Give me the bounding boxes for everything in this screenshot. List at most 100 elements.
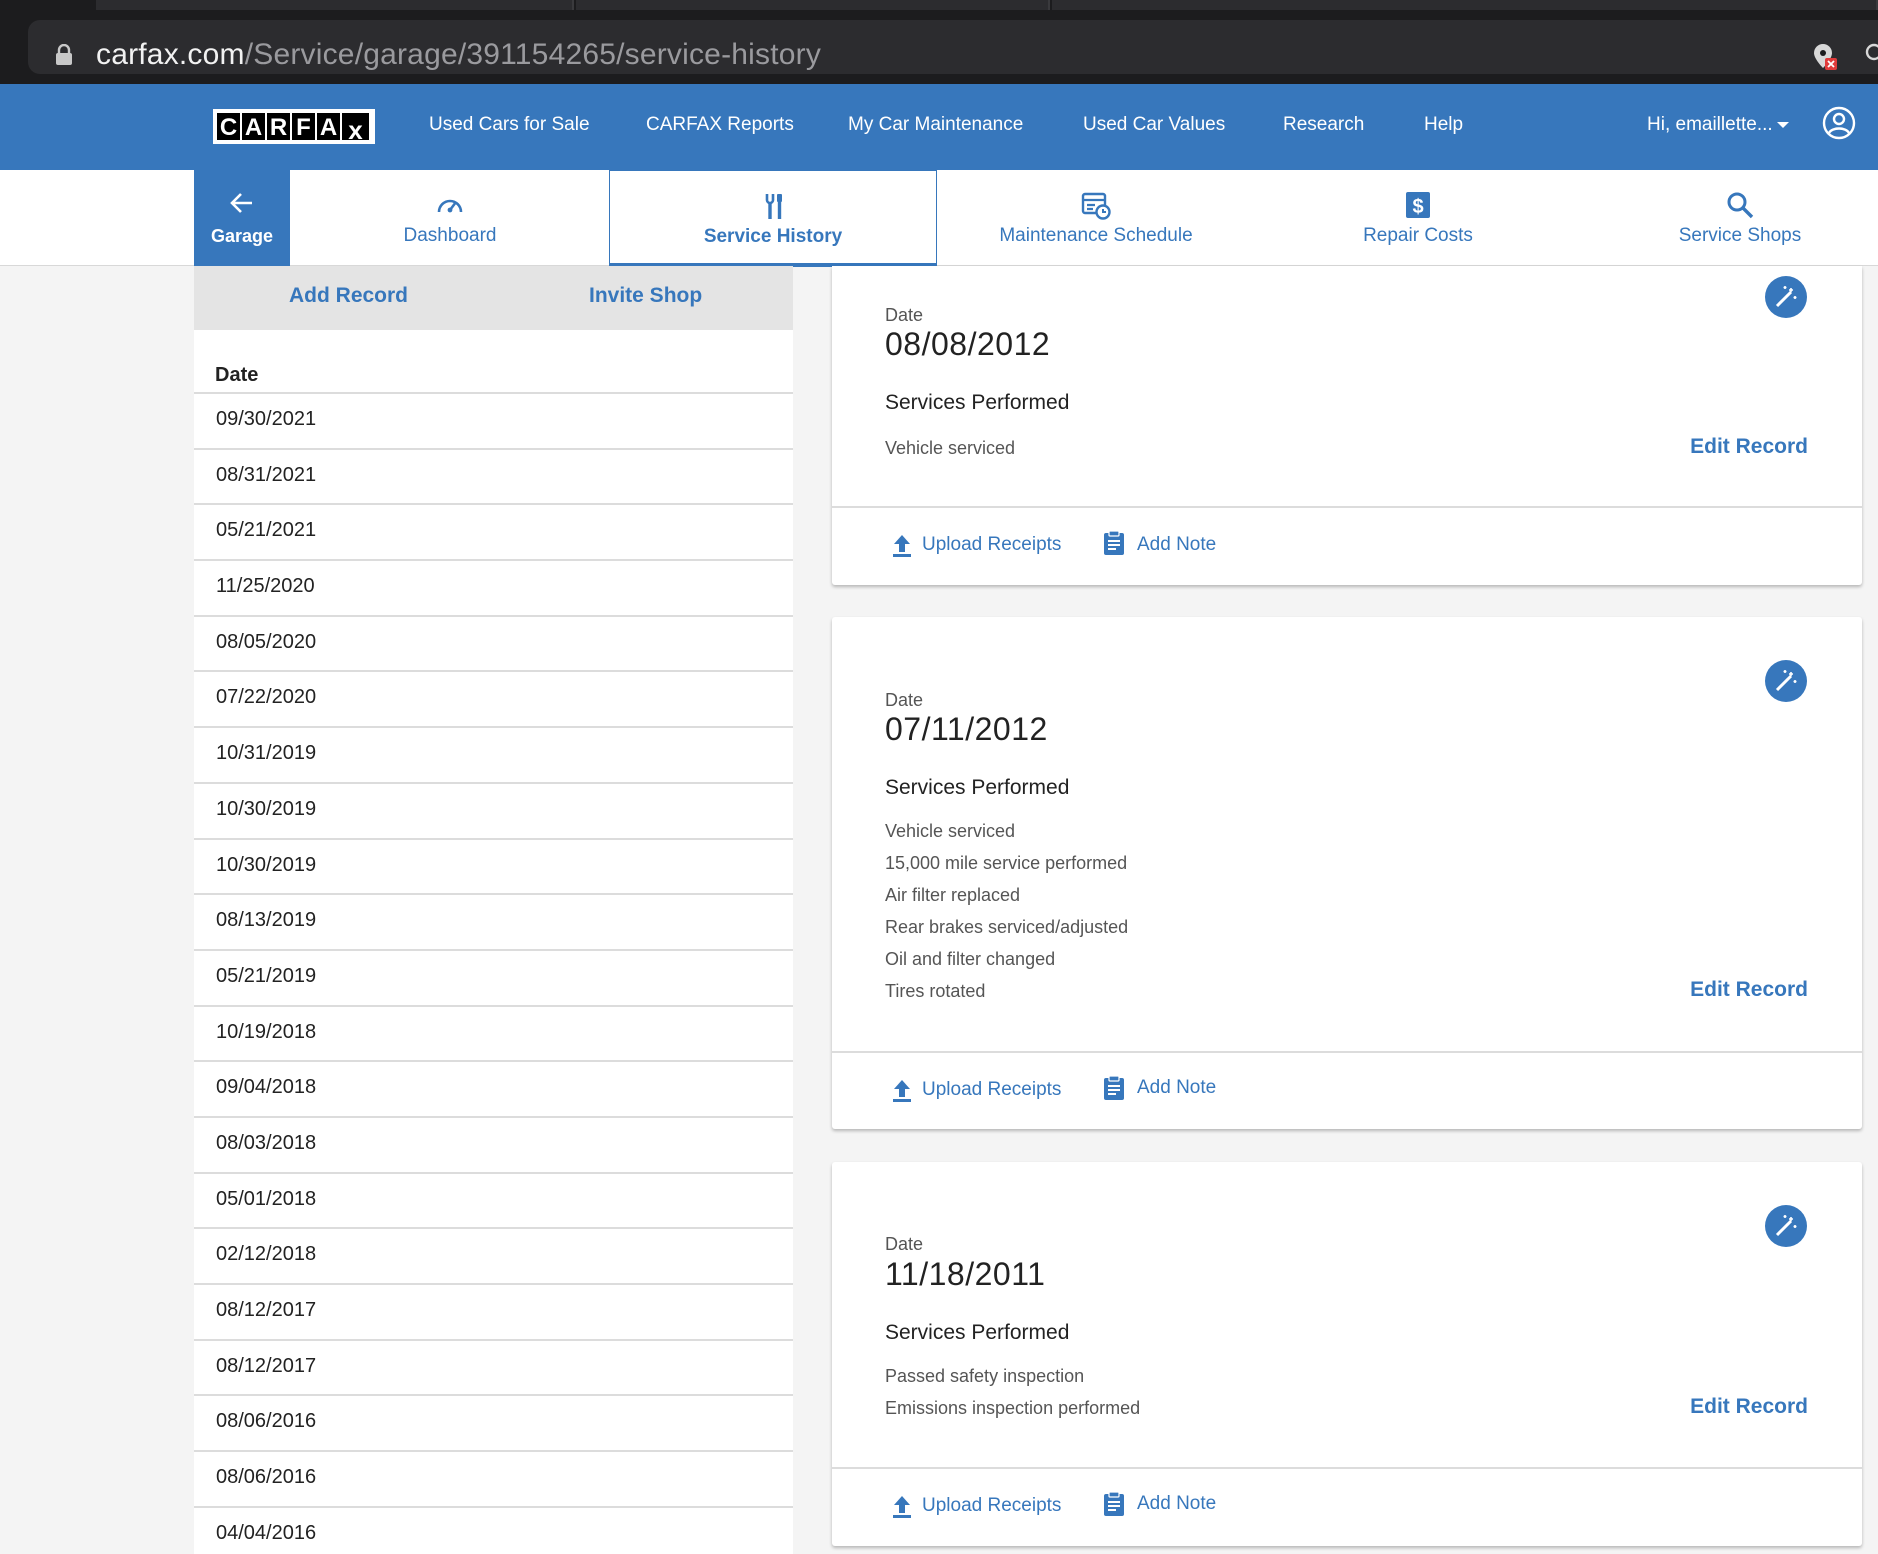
- date-list: 09/30/2021 08/31/2021 05/21/2021 11/25/2020…: [194, 392, 793, 1554]
- nav-carfax-reports[interactable]: CARFAX Reports: [646, 114, 794, 136]
- list-item-date: 08/05/2020: [216, 630, 317, 653]
- list-item[interactable]: 08/12/2017: [194, 1283, 793, 1339]
- upload-receipts-button[interactable]: Upload Receipts: [922, 534, 1061, 556]
- user-menu-greeting[interactable]: Hi, emaillette...: [1647, 114, 1773, 136]
- speedometer-icon: [437, 199, 463, 213]
- list-item-date: 08/13/2019: [216, 909, 317, 932]
- tab-service-shops[interactable]: Service Shops: [1579, 170, 1878, 266]
- url-text[interactable]: carfax.com/Service/garage/391154265/serv…: [96, 38, 821, 72]
- list-item-date: 05/21/2019: [216, 964, 317, 987]
- list-item[interactable]: 10/30/2019: [194, 837, 793, 894]
- clipboard-note-icon: [1104, 1075, 1124, 1100]
- list-item[interactable]: 05/01/2018: [194, 1171, 793, 1228]
- list-item[interactable]: 10/31/2019: [194, 726, 793, 782]
- carfax-logo[interactable]: C A R F A x: [213, 109, 375, 144]
- svg-text:A: A: [320, 114, 337, 141]
- nav-research[interactable]: Research: [1283, 114, 1364, 136]
- nav-help[interactable]: Help: [1424, 114, 1463, 136]
- list-item-date: 10/30/2019: [216, 853, 317, 876]
- browser-tab[interactable]: [96, 0, 574, 10]
- list-item[interactable]: 08/05/2020: [194, 614, 793, 671]
- edit-record-button[interactable]: Edit Record: [1690, 1395, 1808, 1419]
- tab-service-history-label: Service History: [703, 226, 843, 247]
- list-item[interactable]: 10/19/2018: [194, 1004, 793, 1061]
- service-record-card: Date 07/11/2012 Services Performed Vehic…: [832, 617, 1862, 1129]
- add-note-button[interactable]: Add Note: [1137, 534, 1216, 556]
- record-date: 11/18/2011: [885, 1256, 1046, 1292]
- record-date-label: Date: [885, 305, 924, 325]
- list-item[interactable]: 08/12/2017: [194, 1338, 793, 1395]
- list-item[interactable]: 04/04/2016: [194, 1505, 793, 1554]
- list-item[interactable]: 08/31/2021: [194, 447, 793, 504]
- list-item-date: 07/22/2020: [216, 686, 317, 709]
- search-icon[interactable]: [1864, 42, 1878, 68]
- service-item: Air filter replaced: [885, 885, 1021, 905]
- list-item[interactable]: 11/25/2020: [194, 559, 793, 615]
- add-record-button[interactable]: Add Record: [289, 284, 408, 308]
- edit-record-button[interactable]: Edit Record: [1690, 435, 1808, 459]
- nav-used-cars-for-sale[interactable]: Used Cars for Sale: [429, 114, 590, 136]
- edit-record-button[interactable]: Edit Record: [1690, 978, 1808, 1002]
- browser-tab[interactable]: [1052, 0, 1878, 10]
- account-circle-icon[interactable]: [1822, 106, 1856, 140]
- magic-wand-icon: [1775, 670, 1797, 692]
- location-blocked-icon[interactable]: [1812, 42, 1838, 72]
- tab-service-shops-label: Service Shops: [1678, 225, 1802, 246]
- svg-text:x: x: [348, 115, 363, 144]
- browser-tab-strip: [0, 0, 1878, 10]
- service-item: Rear brakes serviced/adjusted: [885, 917, 1129, 937]
- service-item: Vehicle serviced: [885, 438, 1016, 458]
- tab-service-history[interactable]: Service History: [609, 170, 937, 267]
- nav-used-car-values[interactable]: Used Car Values: [1083, 114, 1225, 136]
- tab-repair-costs[interactable]: $ Repair Costs: [1257, 170, 1579, 266]
- garage-back-button[interactable]: Garage: [194, 170, 290, 266]
- wrench-screwdriver-icon: [765, 194, 782, 219]
- nav-my-car-maintenance[interactable]: My Car Maintenance: [848, 114, 1023, 136]
- url-path: /Service/garage/391154265/service-histor…: [244, 38, 822, 71]
- upload-receipts-button[interactable]: Upload Receipts: [922, 1079, 1061, 1101]
- services-performed-title: Services Performed: [885, 1321, 1070, 1344]
- list-item[interactable]: 09/30/2021: [194, 392, 793, 448]
- list-action-bar: Add Record Invite Shop: [194, 266, 793, 330]
- list-item[interactable]: 10/30/2019: [194, 781, 793, 838]
- list-item-date: 04/04/2016: [216, 1521, 317, 1544]
- magic-wand-button[interactable]: [1765, 1205, 1807, 1247]
- card-divider: [832, 506, 1862, 508]
- magic-wand-button[interactable]: [1765, 660, 1807, 702]
- tab-repair-costs-label: Repair Costs: [1363, 225, 1473, 246]
- invite-shop-button[interactable]: Invite Shop: [589, 284, 702, 308]
- svg-text:A: A: [245, 114, 262, 141]
- list-item[interactable]: 02/12/2018: [194, 1227, 793, 1283]
- record-date-label: Date: [885, 690, 924, 710]
- browser-address-bar: carfax.com/Service/garage/391154265/serv…: [0, 10, 1878, 84]
- list-item-date: 10/19/2018: [216, 1020, 317, 1043]
- list-item[interactable]: 08/03/2018: [194, 1115, 793, 1172]
- list-item[interactable]: 08/06/2016: [194, 1450, 793, 1506]
- list-item[interactable]: 08/06/2016: [194, 1394, 793, 1450]
- tab-maintenance-schedule[interactable]: Maintenance Schedule: [937, 170, 1255, 266]
- list-item[interactable]: 09/04/2018: [194, 1060, 793, 1116]
- services-performed-title: Services Performed: [885, 776, 1070, 799]
- add-note-button[interactable]: Add Note: [1137, 1493, 1216, 1515]
- list-item[interactable]: 07/22/2020: [194, 670, 793, 726]
- list-item-date: 11/25/2020: [216, 575, 315, 598]
- service-record-card: Date 11/18/2011 Services Performed Passe…: [832, 1162, 1862, 1546]
- magic-wand-icon: [1775, 1215, 1797, 1237]
- browser-tab[interactable]: [576, 0, 1050, 10]
- list-item-date: 08/06/2016: [216, 1466, 317, 1489]
- calendar-clock-icon: [1081, 192, 1111, 220]
- upload-receipts-button[interactable]: Upload Receipts: [922, 1495, 1061, 1517]
- list-item[interactable]: 08/13/2019: [194, 893, 793, 949]
- add-note-button[interactable]: Add Note: [1137, 1077, 1216, 1099]
- tab-dashboard[interactable]: Dashboard: [290, 170, 610, 266]
- magic-wand-button[interactable]: [1765, 276, 1807, 318]
- list-item-date: 08/03/2018: [216, 1131, 317, 1154]
- service-record-card: Date 08/08/2012 Services Performed Vehic…: [832, 266, 1862, 585]
- list-item[interactable]: 05/21/2021: [194, 503, 793, 559]
- list-item[interactable]: 05/21/2019: [194, 948, 793, 1005]
- magic-wand-icon: [1775, 286, 1797, 308]
- svg-text:R: R: [270, 114, 287, 141]
- caret-down-icon[interactable]: [1776, 120, 1790, 130]
- tab-maintenance-schedule-label: Maintenance Schedule: [999, 225, 1193, 246]
- service-item: Emissions inspection performed: [885, 1398, 1141, 1418]
